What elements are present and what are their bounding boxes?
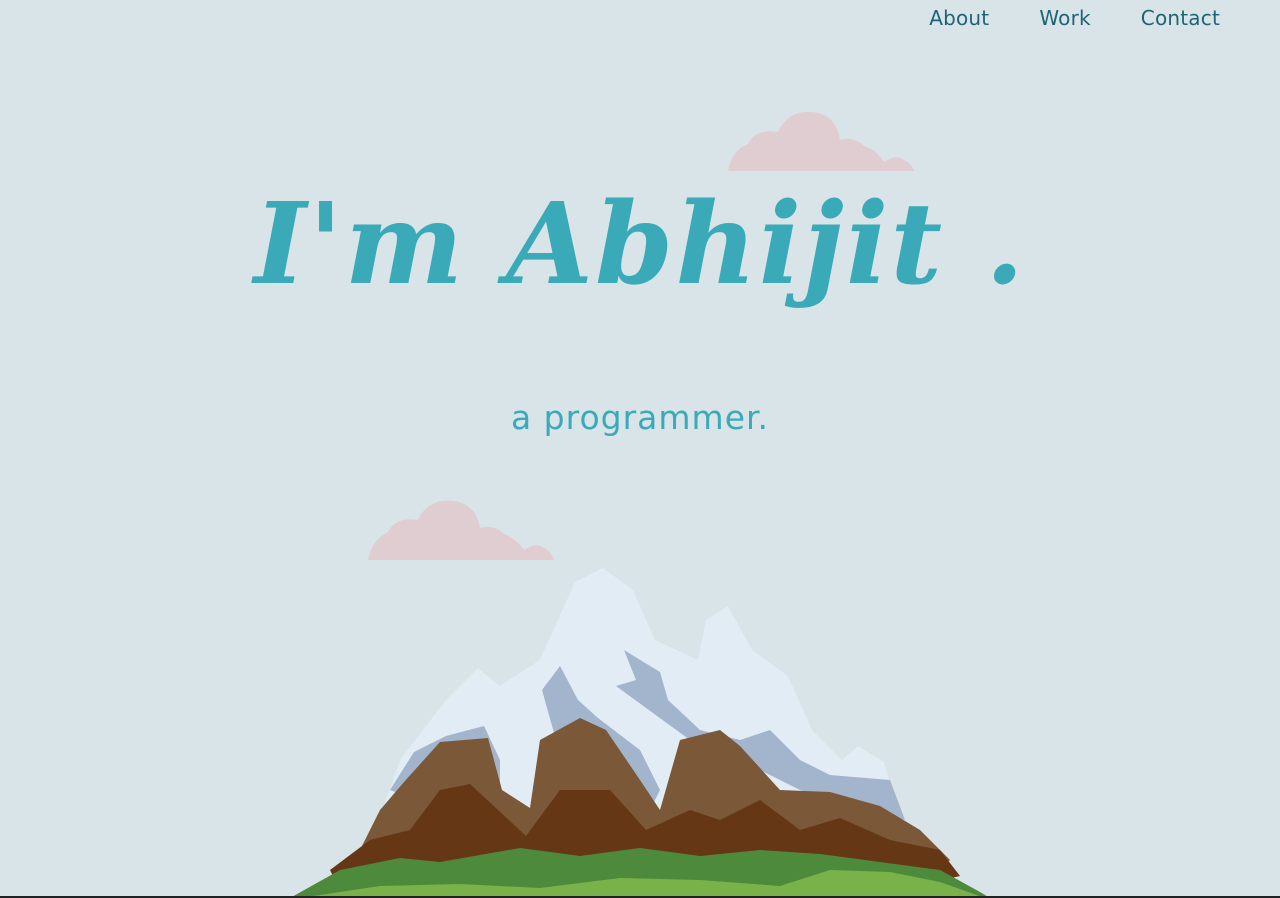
top-nav: About Work Contact [879,6,1220,30]
nav-link-work[interactable]: Work [989,6,1090,30]
cloud-illustration-top [728,111,914,171]
mountain-illustration [290,568,990,898]
cloud-illustration-bottom [368,500,554,560]
nav-link-contact[interactable]: Contact [1091,6,1220,30]
nav-link-about[interactable]: About [879,6,989,30]
hero-title: I'm Abhijit . [253,179,1027,310]
hero-subtitle: a programmer. [510,398,770,437]
